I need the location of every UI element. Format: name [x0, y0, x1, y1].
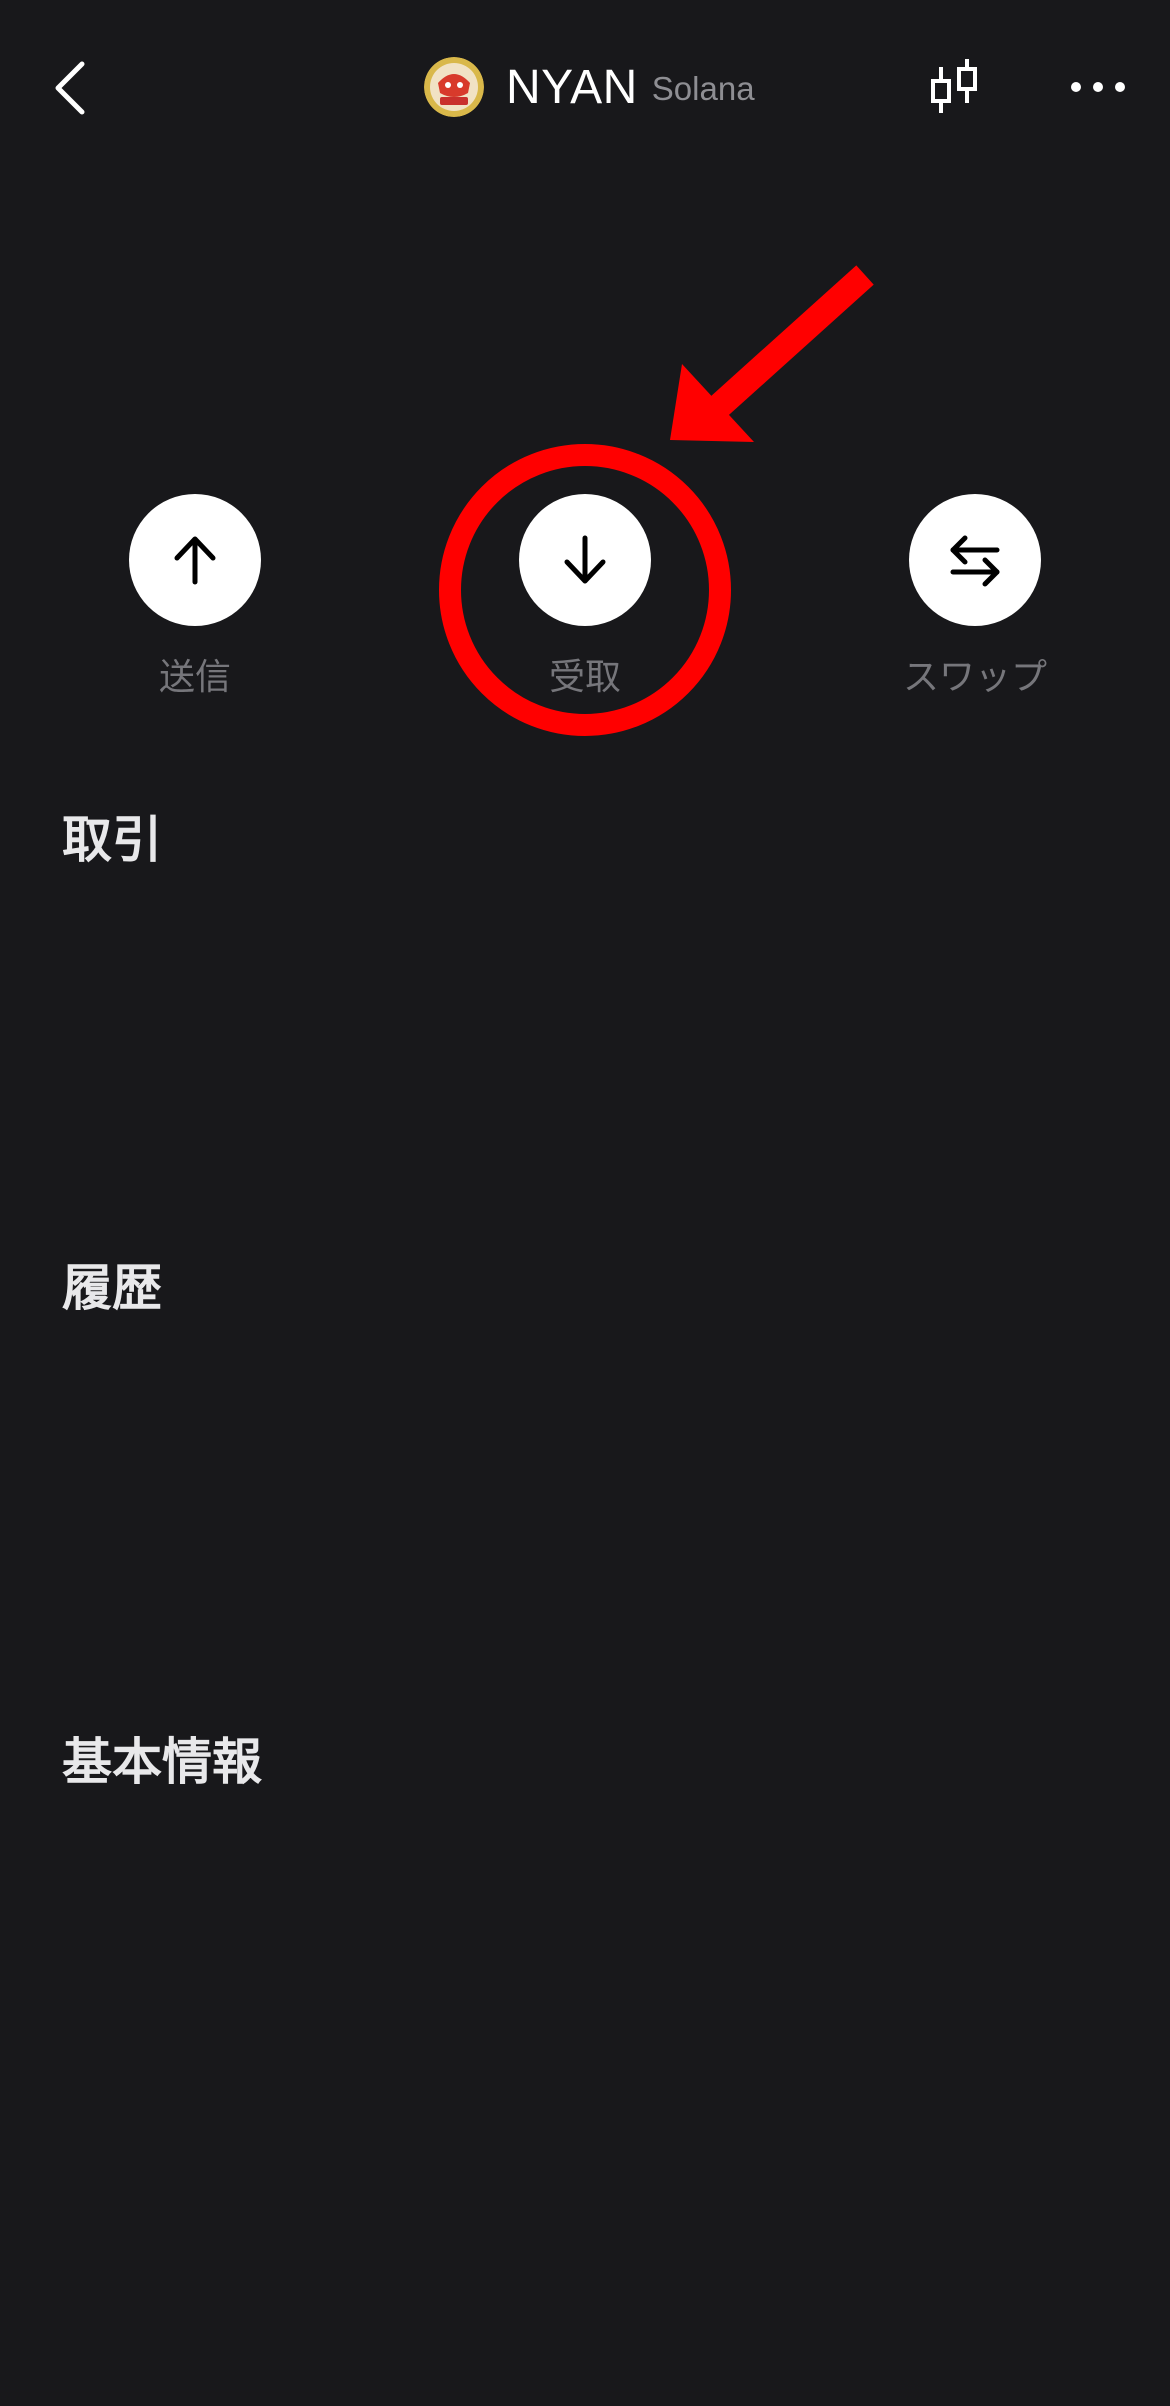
send-label: 送信 — [158, 657, 231, 698]
swap-label: スワップ — [902, 657, 1047, 698]
arrow-up-icon — [174, 536, 216, 585]
swap-arrows-icon — [950, 535, 1000, 587]
annotation-arrow-icon — [670, 265, 874, 442]
highlight-circle-annotation — [439, 444, 731, 736]
token-chain: Solana — [651, 70, 755, 107]
swap-action[interactable]: スワップ — [845, 494, 1105, 714]
token-title: NYAN Solana — [424, 52, 755, 122]
section-title-info: 基本情報 — [62, 1733, 262, 1791]
send-button[interactable] — [129, 494, 261, 626]
back-button[interactable] — [40, 50, 100, 126]
token-name: NYAN — [506, 60, 638, 114]
section-title-history: 履歴 — [62, 1259, 162, 1317]
send-action[interactable]: 送信 — [65, 494, 325, 714]
more-horizontal-icon — [1071, 82, 1125, 92]
candlestick-chart-icon — [931, 59, 977, 113]
section-title-trade: 取引 — [62, 811, 162, 869]
header-bar: NYAN Solana — [0, 0, 1170, 175]
token-avatar — [424, 57, 484, 117]
swap-button[interactable] — [909, 494, 1041, 626]
more-button[interactable] — [1060, 55, 1136, 119]
chevron-left-icon — [55, 61, 85, 115]
chart-button[interactable] — [920, 52, 990, 122]
